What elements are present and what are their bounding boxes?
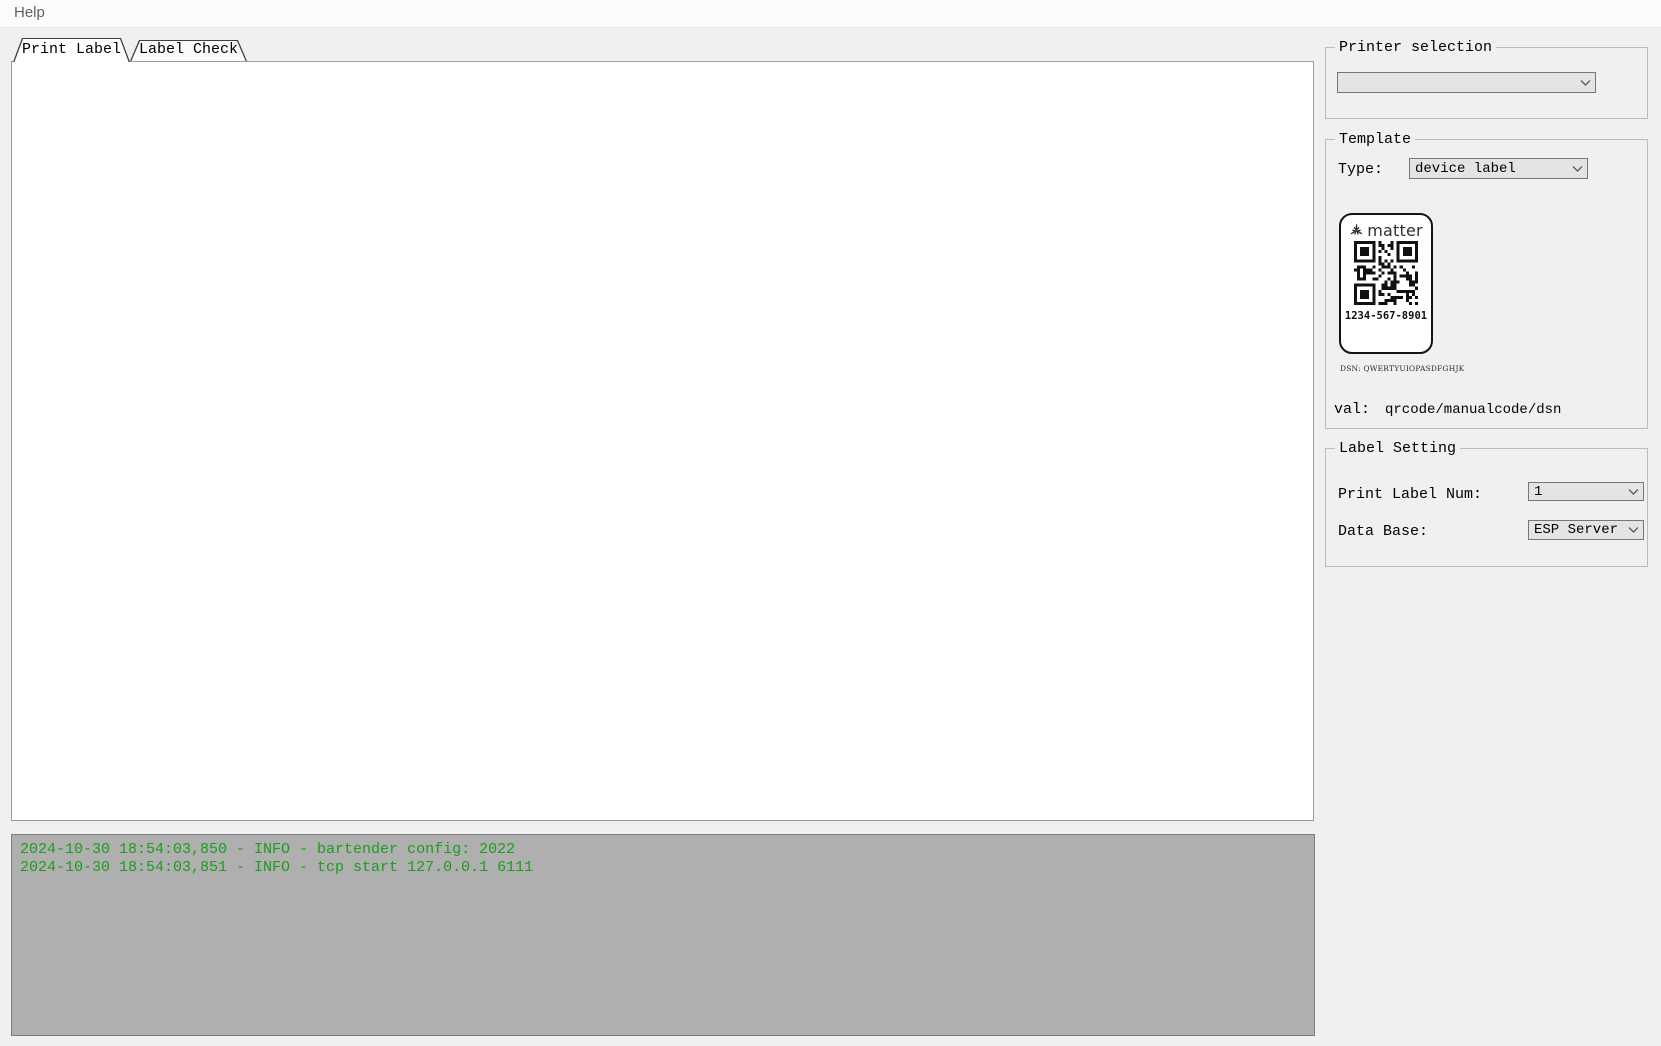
log-console[interactable]: 2024-10-30 18:54:03,850 - INFO - bartend…	[11, 834, 1315, 1036]
menu-bar: Help	[0, 0, 1661, 28]
template-type-select[interactable]: device label	[1409, 158, 1588, 179]
matter-pairing-code: 1234-567-8901	[1345, 310, 1427, 322]
tab-label-check-text: Label Check	[130, 40, 247, 61]
qr-code	[1354, 241, 1418, 305]
template-type-label: Type:	[1338, 161, 1383, 178]
dsn-text: DSN: QWERTYUIOPASDFGHJK	[1340, 364, 1464, 373]
data-base-select[interactable]: ESP Server	[1528, 520, 1644, 540]
tab-print-label-text: Print Label	[13, 38, 130, 62]
menu-help[interactable]: Help	[10, 4, 49, 21]
data-base-value: ESP Server	[1534, 522, 1618, 538]
matter-label-preview: matter 1234-567-8901	[1339, 213, 1433, 354]
app-window: Help Print Label Label Check Method of g…	[0, 0, 1661, 1046]
print-label-num-label: Print Label Num:	[1338, 486, 1482, 503]
val-value: qrcode/manualcode/dsn	[1385, 402, 1561, 418]
template-type-selected-value: device label	[1415, 161, 1516, 177]
chevron-down-icon	[1628, 488, 1639, 495]
print-label-num-value: 1	[1534, 484, 1542, 500]
printer-selection-group: Printer selection	[1325, 47, 1648, 119]
chevron-down-icon	[1580, 79, 1591, 86]
qr-code-icon	[1354, 241, 1418, 305]
matter-logo: matter	[1349, 222, 1423, 238]
printer-selection-title: Printer selection	[1335, 39, 1496, 56]
matter-brand-text: matter	[1367, 221, 1423, 240]
template-group: Template Type: device label matter	[1325, 139, 1648, 429]
print-label-num-select[interactable]: 1	[1528, 482, 1644, 501]
data-base-label: Data Base:	[1338, 523, 1428, 540]
printer-select[interactable]	[1337, 72, 1596, 93]
log-line: 2024-10-30 18:54:03,851 - INFO - tcp sta…	[20, 859, 1306, 877]
print-label-tab-panel	[11, 61, 1314, 821]
val-label: val:	[1334, 401, 1370, 418]
matter-logo-icon	[1349, 223, 1364, 238]
label-setting-group: Label Setting Print Label Num: 1 Data Ba…	[1325, 448, 1648, 567]
tab-print-label[interactable]: Print Label	[13, 38, 130, 62]
log-line: 2024-10-30 18:54:03,850 - INFO - bartend…	[20, 841, 1306, 859]
chevron-down-icon	[1628, 527, 1639, 534]
chevron-down-icon	[1572, 165, 1583, 172]
tab-label-check[interactable]: Label Check	[130, 40, 247, 61]
template-title: Template	[1335, 131, 1415, 148]
label-setting-title: Label Setting	[1335, 440, 1460, 457]
